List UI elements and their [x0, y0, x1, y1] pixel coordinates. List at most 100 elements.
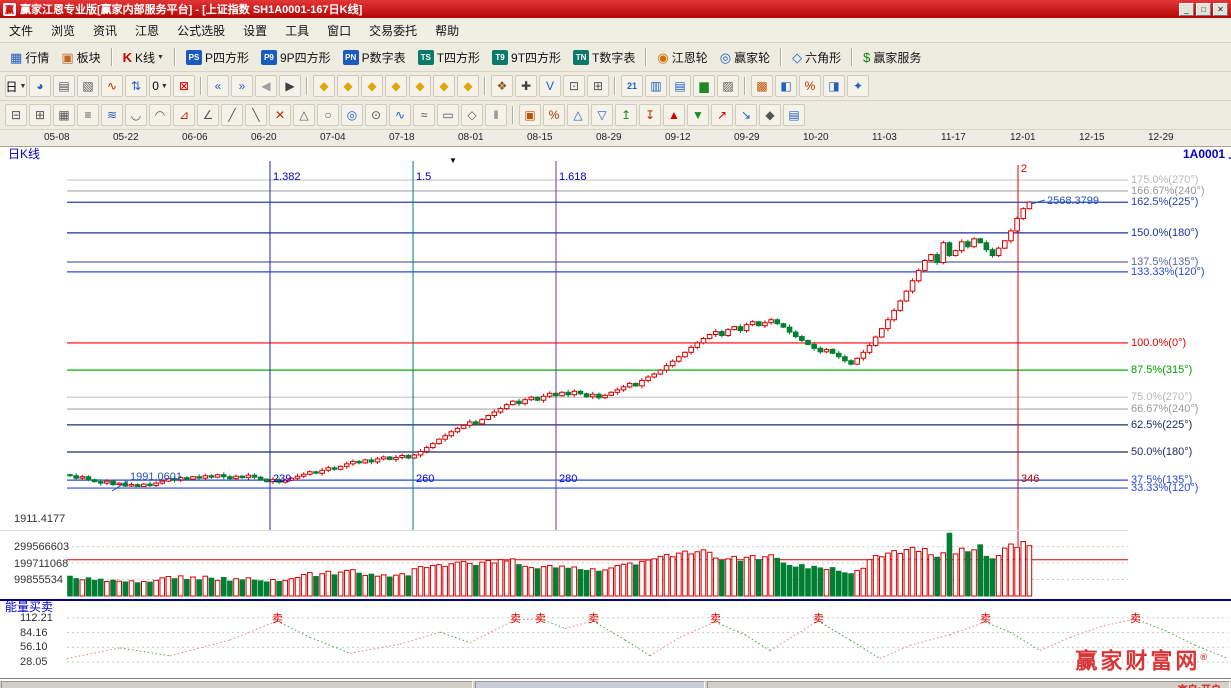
hand-tool-icon[interactable]: ❖ — [491, 75, 513, 97]
toolbar-gann-wheel-button[interactable]: ◉江恩轮 — [652, 46, 712, 69]
toolbar-9t-square-button[interactable]: T99T四方形 — [487, 46, 566, 69]
hline-tool-icon[interactable]: ≡ — [77, 104, 99, 126]
dot-box-icon[interactable]: ⊡ — [563, 75, 585, 97]
zoom-out-icon[interactable]: ⊟ — [5, 104, 27, 126]
menu-tools[interactable]: 工具 — [276, 19, 318, 42]
toolbar-9p-square-button[interactable]: P99P四方形 — [256, 46, 336, 69]
v-shape-icon[interactable]: V — [539, 75, 561, 97]
approx-tool-icon[interactable]: ≈ — [413, 104, 435, 126]
up-fib-icon[interactable]: △ — [567, 104, 589, 126]
drop-line-icon[interactable]: ↧ — [639, 104, 661, 126]
menu-settings[interactable]: 设置 — [234, 19, 276, 42]
menu-file[interactable]: 文件 — [0, 19, 42, 42]
stats-table-icon[interactable]: ▤ — [783, 104, 805, 126]
raise-line-icon[interactable]: ↥ — [615, 104, 637, 126]
first-page-button[interactable]: « — [207, 75, 229, 97]
golden-box-icon[interactable]: ▣ — [519, 104, 541, 126]
arrow-up-icon[interactable]: ↗ — [711, 104, 733, 126]
arc-tool-icon[interactable]: ◡ — [125, 104, 147, 126]
zoom-in-icon: ⊞ — [35, 108, 45, 122]
sort-icon[interactable]: ⇅ — [125, 75, 147, 97]
toolbar-kline-button[interactable]: KK线▼ — [118, 46, 169, 69]
crosshair-tool-icon[interactable]: ✚ — [515, 75, 537, 97]
status-ad-text[interactable]: 言自:开户 — [1178, 681, 1221, 688]
volume-axis-label: 299566603 — [14, 541, 69, 553]
star-icon[interactable]: ✦ — [847, 75, 869, 97]
toolbar-p-square-button[interactable]: PSP四方形 — [181, 46, 254, 69]
report-icon[interactable]: ▤ — [53, 75, 75, 97]
trendline-up-icon[interactable]: ╱ — [221, 104, 243, 126]
gann-diamond-1-icon[interactable]: ◆ — [313, 75, 335, 97]
sine-tool-icon[interactable]: ∿ — [389, 104, 411, 126]
gann-diamond-6-icon[interactable]: ◆ — [433, 75, 455, 97]
panel-icon[interactable]: ▧ — [77, 75, 99, 97]
toolbar-sectors-button[interactable]: ▣板块 — [56, 46, 105, 69]
toolbar-quotes-button[interactable]: ▦行情 — [5, 46, 54, 69]
point-mark-icon[interactable]: ◆ — [759, 104, 781, 126]
trendline-down-icon[interactable]: ╲ — [245, 104, 267, 126]
notebook-icon[interactable]: ▆ — [693, 75, 715, 97]
down-fib-icon[interactable]: ▽ — [591, 104, 613, 126]
menu-help[interactable]: 帮助 — [426, 19, 468, 42]
calendar-21-icon[interactable]: 21 — [621, 75, 643, 97]
circle-tool-icon[interactable]: ○ — [317, 104, 339, 126]
column-view-icon[interactable]: ▥ — [645, 75, 667, 97]
close-button[interactable]: ✕ — [1213, 3, 1228, 16]
hatch-view-icon[interactable]: ▨ — [717, 75, 739, 97]
period-day-button[interactable]: 日▼ — [5, 75, 27, 97]
toolbar-winner-wheel-button[interactable]: ◎赢家轮 — [715, 46, 775, 69]
toolbar-p-number-button[interactable]: PNP数字表 — [338, 46, 411, 69]
split-window-icon[interactable]: ⊞ — [587, 75, 609, 97]
center-circle-icon[interactable]: ⊙ — [365, 104, 387, 126]
arrow-down-icon[interactable]: ↘ — [735, 104, 757, 126]
rect-tool-icon[interactable]: ▭ — [437, 104, 459, 126]
prev-button[interactable]: ◀ — [255, 75, 277, 97]
toolbar-t-square-button[interactable]: TST四方形 — [413, 46, 485, 69]
toolbar-p-square-icon: PS — [186, 50, 202, 65]
close-view-icon[interactable]: ⊠ — [173, 75, 195, 97]
menu-window[interactable]: 窗口 — [318, 19, 360, 42]
grid-tool-icon[interactable]: ▦ — [53, 104, 75, 126]
sell-mark-icon[interactable]: ▼ — [687, 104, 709, 126]
triangle-tool-icon[interactable]: △ — [293, 104, 315, 126]
buy-mark-icon[interactable]: ▲ — [663, 104, 685, 126]
zoom-in-icon[interactable]: ⊞ — [29, 104, 51, 126]
toolbar-winner-service-button[interactable]: $赢家服务 — [858, 46, 926, 69]
erase-tool-icon[interactable]: ✕ — [269, 104, 291, 126]
toolbar-sectors-icon: ▣ — [61, 50, 73, 65]
diamond-tool-icon[interactable]: ◇ — [461, 104, 483, 126]
next-button[interactable]: ▶ — [279, 75, 301, 97]
percent-line-icon[interactable]: % — [543, 104, 565, 126]
menu-gann[interactable]: 江恩 — [126, 19, 168, 42]
arch-tool-icon[interactable]: ◠ — [149, 104, 171, 126]
chart-canvas[interactable] — [0, 147, 1231, 680]
gann-diamond-2-icon[interactable]: ◆ — [337, 75, 359, 97]
gann-diamond-4-icon[interactable]: ◆ — [385, 75, 407, 97]
row-view-icon[interactable]: ▤ — [669, 75, 691, 97]
gann-fan-icon[interactable]: ⊿ — [173, 104, 195, 126]
maximize-button[interactable]: □ — [1196, 3, 1211, 16]
watermark: 赢家财富网® — [1075, 651, 1207, 667]
gann-diamond-5-icon[interactable]: ◆ — [409, 75, 431, 97]
menu-browse[interactable]: 浏览 — [42, 19, 84, 42]
curve-icon[interactable]: ∿ — [101, 75, 123, 97]
cycle-tool-icon[interactable]: ◎ — [341, 104, 363, 126]
parallel-tool-icon[interactable]: ‖ — [485, 104, 507, 126]
menu-news[interactable]: 资讯 — [84, 19, 126, 42]
gann-diamond-3-icon[interactable]: ◆ — [361, 75, 383, 97]
angle-tool-icon[interactable]: ∠ — [197, 104, 219, 126]
zero-period-button[interactable]: 0▼ — [149, 75, 171, 97]
toolbar-hexagon-button[interactable]: ◇六角形 — [787, 46, 846, 69]
toolbar-t-number-button[interactable]: TNT数字表 — [568, 46, 640, 69]
mosaic-icon[interactable]: ▩ — [751, 75, 773, 97]
menu-formula-stock-picking[interactable]: 公式选股 — [168, 19, 234, 42]
wave-tool-icon[interactable]: ≋ — [101, 104, 123, 126]
globe-icon[interactable]: ◕ — [29, 75, 51, 97]
percent-icon[interactable]: % — [799, 75, 821, 97]
menu-trading[interactable]: 交易委托 — [360, 19, 426, 42]
half-left-icon[interactable]: ◧ — [775, 75, 797, 97]
half-right-icon[interactable]: ◨ — [823, 75, 845, 97]
last-page-button[interactable]: » — [231, 75, 253, 97]
gann-diamond-7-icon[interactable]: ◆ — [457, 75, 479, 97]
minimize-button[interactable]: _ — [1179, 3, 1194, 16]
